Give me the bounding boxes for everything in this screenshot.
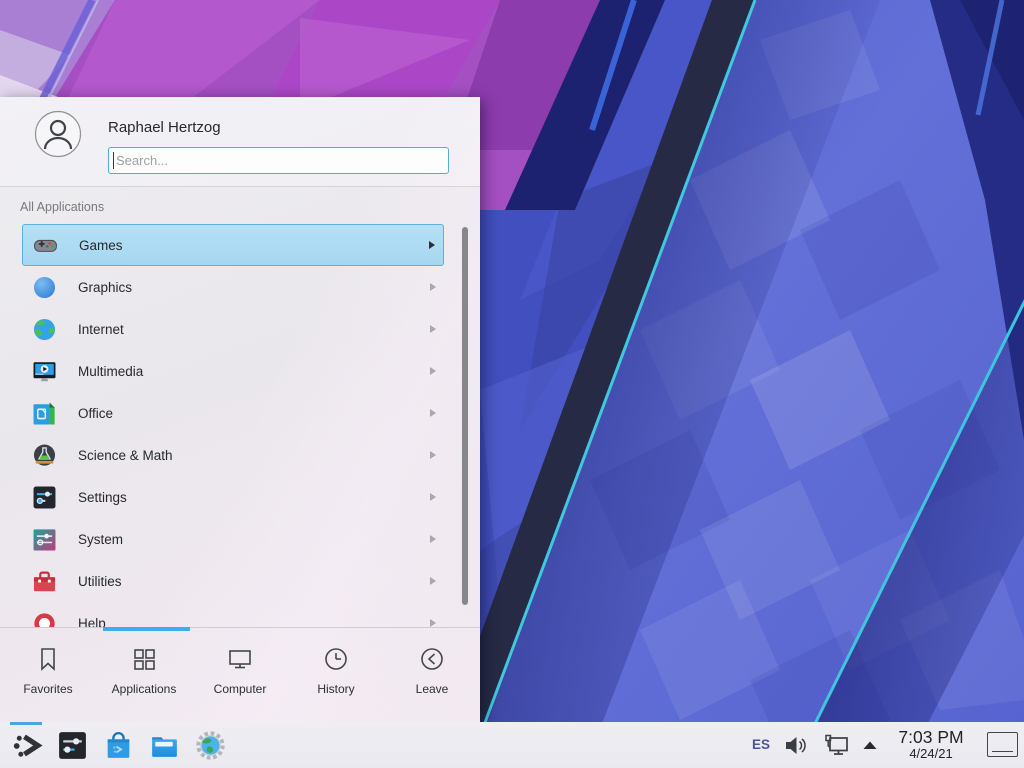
web-browser-button[interactable] bbox=[192, 722, 228, 768]
submenu-arrow-icon bbox=[430, 619, 436, 627]
browser-globe-icon bbox=[194, 729, 227, 762]
sliders-color-icon bbox=[31, 526, 58, 553]
show-desktop-button[interactable] bbox=[987, 732, 1018, 757]
globe-icon bbox=[31, 316, 58, 343]
category-utilities[interactable]: Utilities bbox=[22, 560, 444, 602]
submenu-arrow-icon bbox=[430, 367, 436, 375]
user-avatar-icon[interactable] bbox=[34, 110, 82, 158]
clock-icon bbox=[322, 645, 350, 673]
flask-icon bbox=[31, 442, 58, 469]
kickoff-launcher-icon bbox=[10, 729, 43, 762]
grid-icon bbox=[130, 645, 158, 673]
user-name: Raphael Hertzog bbox=[108, 119, 221, 136]
category-settings[interactable]: Settings bbox=[22, 476, 444, 518]
submenu-arrow-icon bbox=[430, 409, 436, 417]
computer-icon bbox=[226, 645, 254, 673]
category-science-math[interactable]: Science & Math bbox=[22, 434, 444, 476]
tab-leave[interactable]: Leave bbox=[384, 628, 480, 722]
tab-applications[interactable]: Applications bbox=[96, 628, 192, 722]
monitor-play-icon bbox=[31, 358, 58, 385]
clock-time: 7:03 PM bbox=[891, 728, 971, 747]
sliders-dark-icon bbox=[31, 484, 58, 511]
volume-icon[interactable] bbox=[783, 732, 809, 758]
category-internet[interactable]: Internet bbox=[22, 308, 444, 350]
category-multimedia[interactable]: Multimedia bbox=[22, 350, 444, 392]
discover-icon bbox=[102, 729, 135, 762]
keyboard-layout-indicator[interactable]: ES bbox=[752, 737, 770, 752]
system-settings-button[interactable] bbox=[54, 722, 90, 768]
network-icon[interactable] bbox=[822, 732, 849, 758]
launcher-header: Raphael Hertzog bbox=[0, 97, 480, 187]
active-tab-indicator bbox=[103, 627, 190, 631]
category-help[interactable]: Help bbox=[22, 602, 444, 627]
category-graphics[interactable]: Graphics bbox=[22, 266, 444, 308]
sphere-icon bbox=[31, 274, 58, 301]
active-task-indicator bbox=[10, 722, 42, 725]
gamepad-icon bbox=[32, 232, 59, 259]
document-icon bbox=[31, 400, 58, 427]
system-settings-icon bbox=[56, 729, 89, 762]
tab-history[interactable]: History bbox=[288, 628, 384, 722]
launcher-tab-bar: Favorites Applications Computer bbox=[0, 627, 480, 722]
category-games[interactable]: Games bbox=[22, 224, 444, 266]
file-manager-button[interactable] bbox=[146, 722, 182, 768]
submenu-arrow-icon bbox=[430, 577, 436, 585]
submenu-arrow-icon bbox=[430, 283, 436, 291]
leave-icon bbox=[418, 645, 446, 673]
lifebuoy-icon bbox=[31, 610, 58, 628]
clock-date: 4/24/21 bbox=[891, 747, 971, 761]
text-caret bbox=[113, 152, 114, 169]
bookmark-icon bbox=[34, 645, 62, 673]
application-launcher-panel: Raphael Hertzog All Applications Games G… bbox=[0, 97, 480, 722]
category-office[interactable]: Office bbox=[22, 392, 444, 434]
toolbox-icon bbox=[31, 568, 58, 595]
submenu-arrow-icon bbox=[430, 493, 436, 501]
digital-clock[interactable]: 7:03 PM 4/24/21 bbox=[891, 728, 971, 762]
category-list: Games Graphics Internet bbox=[0, 224, 480, 627]
tab-computer[interactable]: Computer bbox=[192, 628, 288, 722]
submenu-arrow-icon bbox=[430, 325, 436, 333]
submenu-arrow-icon bbox=[429, 241, 435, 249]
expand-tray-caret-icon[interactable] bbox=[862, 739, 878, 751]
system-tray: ES 7:03 PM 4/24/21 bbox=[752, 728, 1018, 762]
folder-icon bbox=[148, 729, 181, 762]
submenu-arrow-icon bbox=[430, 535, 436, 543]
search-input[interactable] bbox=[108, 147, 449, 174]
taskbar: ES 7:03 PM 4/24/21 bbox=[0, 722, 1024, 768]
submenu-arrow-icon bbox=[430, 451, 436, 459]
scrollbar-thumb[interactable] bbox=[462, 227, 468, 605]
tab-favorites[interactable]: Favorites bbox=[0, 628, 96, 722]
section-label: All Applications bbox=[20, 200, 104, 214]
category-system[interactable]: System bbox=[22, 518, 444, 560]
application-launcher-button[interactable] bbox=[8, 722, 44, 768]
discover-button[interactable] bbox=[100, 722, 136, 768]
